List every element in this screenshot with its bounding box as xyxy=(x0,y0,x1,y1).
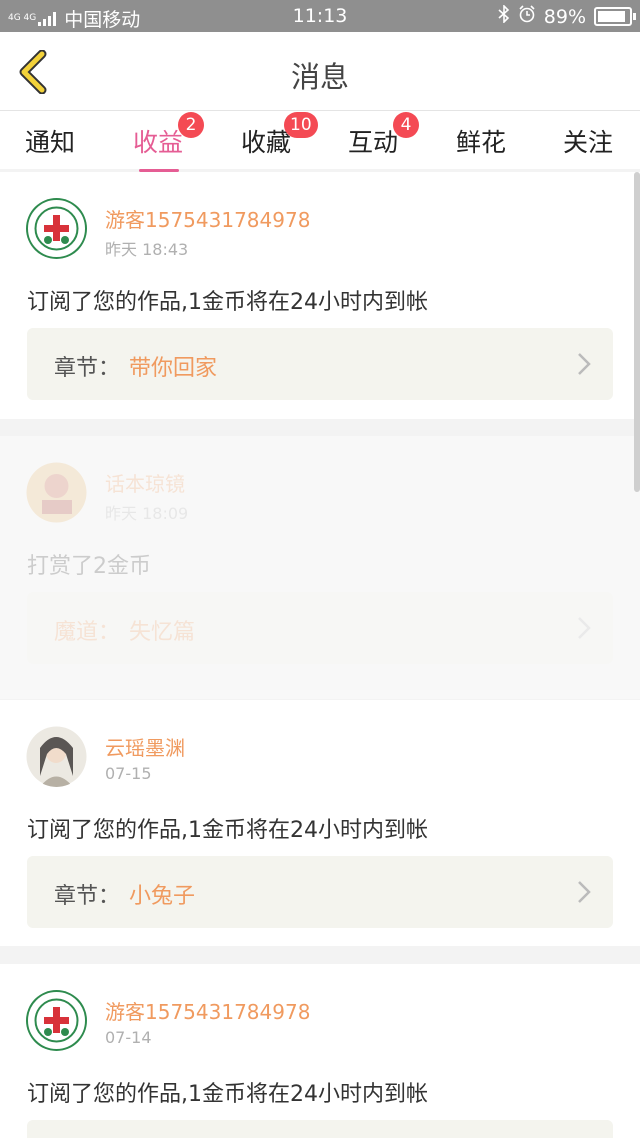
tab-favorites[interactable]: 收藏 10 xyxy=(221,112,318,159)
message-text: 打赏了2金币 xyxy=(27,554,151,579)
message-card[interactable]: 话本琼镜 昨天 18:09 打赏了2金币 魔道： 失忆篇 xyxy=(0,436,640,699)
tab-label: 收藏 xyxy=(240,128,291,157)
tab-label: 互动 xyxy=(347,128,398,157)
chevron-right-icon xyxy=(578,353,591,375)
alarm-icon xyxy=(518,5,536,28)
message-time: 07-15 xyxy=(105,764,152,783)
username[interactable]: 云瑶墨渊 xyxy=(105,732,185,761)
status-bar: 4G 4G 中国移动 11:13 89% xyxy=(0,0,640,32)
chapter-label: 章节： xyxy=(54,356,121,381)
chapter-label: 章节： xyxy=(54,884,121,909)
username[interactable]: 游客1575431784978 xyxy=(105,996,310,1025)
username[interactable]: 游客1575431784978 xyxy=(105,204,310,233)
chapter-title: 带你回家 xyxy=(129,356,218,381)
avatar[interactable] xyxy=(26,726,87,787)
chapter-link[interactable] xyxy=(27,1120,613,1138)
message-card[interactable]: 游客1575431784978 07-14 订阅了您的作品,1金币将在24小时内… xyxy=(0,964,640,1138)
battery-icon xyxy=(594,7,636,26)
status-right: 89% xyxy=(490,4,636,28)
message-text: 订阅了您的作品,1金币将在24小时内到帐 xyxy=(27,1082,428,1107)
chevron-right-icon xyxy=(578,617,591,639)
unread-badge: 2 xyxy=(178,112,204,138)
chevron-right-icon xyxy=(578,881,591,903)
message-card[interactable]: 游客1575431784978 昨天 18:43 订阅了您的作品,1金币将在24… xyxy=(0,172,640,419)
tab-label: 通知 xyxy=(24,128,75,157)
chapter-link[interactable]: 章节： 小兔子 xyxy=(27,856,613,928)
avatar[interactable] xyxy=(26,462,87,523)
chapter-label: 魔道： xyxy=(54,620,121,645)
chapter-title: 失忆篇 xyxy=(129,620,196,645)
battery-percent: 89% xyxy=(543,5,586,28)
message-card[interactable]: 云瑶墨渊 07-15 订阅了您的作品,1金币将在24小时内到帐 章节： 小兔子 xyxy=(0,700,640,946)
tab-label: 鲜花 xyxy=(455,128,506,157)
message-time: 昨天 18:43 xyxy=(105,240,189,259)
unread-badge: 4 xyxy=(393,112,419,138)
chapter-title: 小兔子 xyxy=(129,884,196,909)
chapter-link[interactable]: 魔道： 失忆篇 xyxy=(27,592,613,664)
message-text: 订阅了您的作品,1金币将在24小时内到帐 xyxy=(27,818,428,843)
bluetooth-icon xyxy=(498,4,510,28)
tab-interaction[interactable]: 互动 4 xyxy=(328,112,419,159)
tab-earnings[interactable]: 收益 2 xyxy=(113,112,204,172)
chapter-link[interactable]: 章节： 带你回家 xyxy=(27,328,613,400)
tab-follow[interactable]: 关注 xyxy=(543,123,633,159)
nav-header: 消息 xyxy=(0,32,640,111)
username[interactable]: 话本琼镜 xyxy=(105,468,185,497)
message-time: 昨天 18:09 xyxy=(105,504,189,523)
unread-badge: 10 xyxy=(284,112,318,138)
tab-bar: 通知 收益 2 收藏 10 互动 4 鲜花 关注 xyxy=(0,111,640,172)
tab-flowers[interactable]: 鲜花 xyxy=(436,123,526,159)
tab-label: 关注 xyxy=(562,128,613,157)
tab-notification[interactable]: 通知 xyxy=(5,123,95,159)
message-text: 订阅了您的作品,1金币将在24小时内到帐 xyxy=(27,290,428,315)
scrollbar[interactable] xyxy=(634,172,640,492)
message-time: 07-14 xyxy=(105,1028,152,1047)
avatar[interactable] xyxy=(26,990,87,1051)
avatar[interactable] xyxy=(26,198,87,259)
page-title: 消息 xyxy=(290,60,349,94)
tab-label: 收益 xyxy=(132,128,183,157)
